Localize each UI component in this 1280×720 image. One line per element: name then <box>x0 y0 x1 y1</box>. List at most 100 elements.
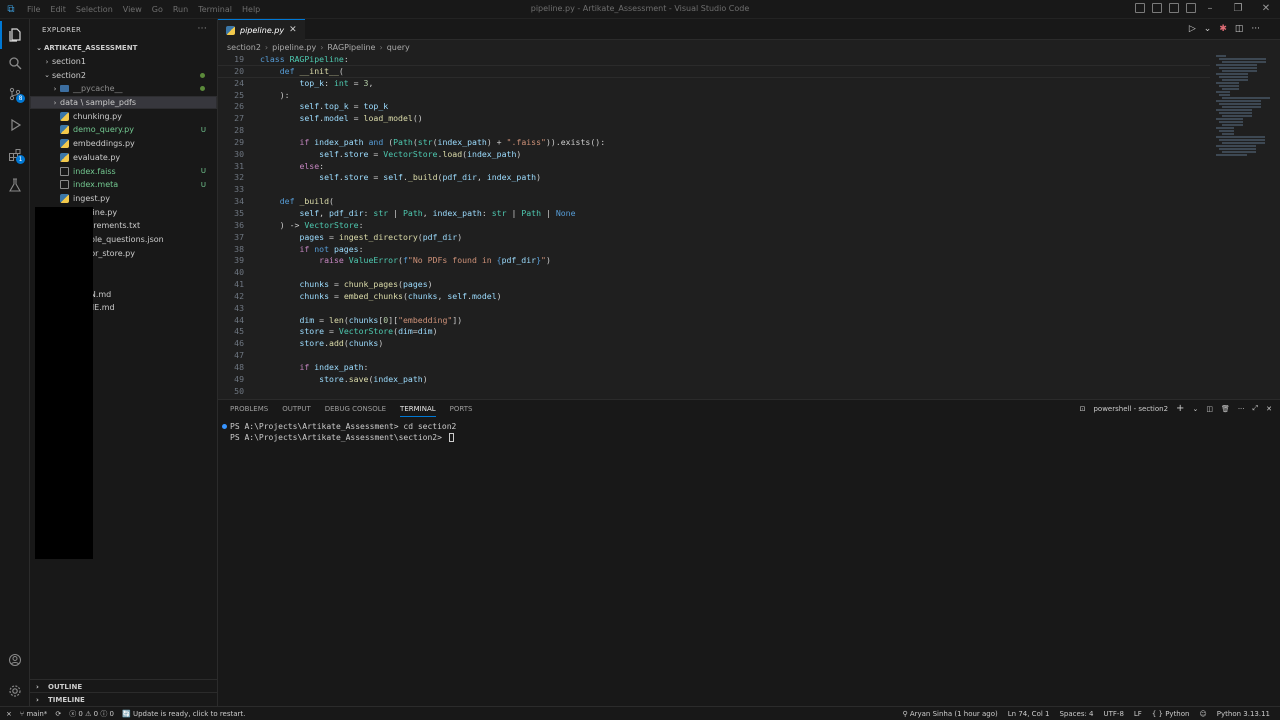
breadcrumb-item[interactable]: pipeline.py <box>272 43 316 52</box>
code-text: chunks = embed_chunks(chunks, self.model… <box>299 290 502 301</box>
sync-icon[interactable]: ⟳ <box>55 710 61 718</box>
language-mode[interactable]: { } Python <box>1152 710 1190 718</box>
tab-ports[interactable]: PORTS <box>450 405 473 413</box>
code-line: 46 store.add(chunks) <box>218 338 1210 350</box>
testing-icon[interactable] <box>0 171 30 199</box>
cursor-position[interactable]: Ln 74, Col 1 <box>1008 710 1050 718</box>
update-notification[interactable]: 🔄 Update is ready, click to restart. <box>122 710 245 718</box>
terminal-line: PS A:\Projects\Artikate_Assessment> cd s… <box>222 421 456 432</box>
split-editor-icon[interactable]: ◫ <box>1235 24 1244 34</box>
run-debug-icon[interactable] <box>0 111 30 139</box>
maximize-icon[interactable]: ❐ <box>1224 0 1252 19</box>
menu-item-view[interactable]: View <box>118 5 147 14</box>
terminal-output[interactable]: PS A:\Projects\Artikate_Assessment> cd s… <box>222 421 456 443</box>
menu-item-help[interactable]: Help <box>237 5 265 14</box>
copilot-status-icon[interactable]: ☺ <box>1199 710 1206 718</box>
maximize-panel-icon[interactable]: ⤢ <box>1253 404 1259 413</box>
menu-item-file[interactable]: File <box>22 5 45 14</box>
line-number: 44 <box>234 314 244 325</box>
close-tab-icon[interactable]: ✕ <box>289 25 297 35</box>
tree-item[interactable]: embeddings.py <box>30 137 217 151</box>
tree-item[interactable]: ⌄ section2 <box>30 68 217 82</box>
code-view[interactable]: 19 class RAGPipeline: 20 def __init__(24 t… <box>218 54 1210 399</box>
python-file-icon <box>226 25 235 35</box>
menu-item-selection[interactable]: Selection <box>71 5 118 14</box>
chevron-down-icon[interactable]: ⌄ <box>1192 405 1198 413</box>
chevron-right-icon: › <box>264 42 269 52</box>
workspace-root[interactable]: ⌄ ARTIKATE_ASSESSMENT <box>30 41 217 55</box>
command-decoration-icon[interactable] <box>222 424 227 429</box>
timeline-section[interactable]: › TIMELINE <box>30 692 217 706</box>
tree-item-label: chunking.py <box>73 111 122 121</box>
explorer-icon[interactable] <box>0 21 30 49</box>
customize-layout-icon[interactable] <box>1135 3 1145 13</box>
code-line: 39 raise ValueError(f"No PDFs found in {… <box>218 255 1210 267</box>
breadcrumb-item[interactable]: section2 <box>227 43 261 52</box>
tab-pipeline-py[interactable]: pipeline.py ✕ <box>218 19 305 40</box>
tree-item[interactable]: › __pycache__ <box>30 82 217 96</box>
outline-section[interactable]: › OUTLINE <box>30 679 217 693</box>
code-line: 42 chunks = embed_chunks(chunks, self.mo… <box>218 291 1210 303</box>
tree-item[interactable]: index.meta U <box>30 178 217 192</box>
close-window-icon[interactable]: ✕ <box>1252 0 1280 19</box>
menu-item-terminal[interactable]: Terminal <box>193 5 237 14</box>
close-panel-icon[interactable]: ✕ <box>1266 405 1272 413</box>
tab-debug-console[interactable]: DEBUG CONSOLE <box>325 405 386 413</box>
run-python-icon[interactable]: ▷ <box>1189 24 1196 34</box>
copilot-icon[interactable]: ✱ <box>1219 24 1227 34</box>
tab-problems[interactable]: PROBLEMS <box>230 405 268 413</box>
tree-item[interactable]: › data \ sample_pdfs <box>30 95 217 110</box>
tree-item[interactable]: index.faiss U <box>30 164 217 178</box>
code-line: 25 ): <box>218 90 1210 102</box>
end-of-line[interactable]: LF <box>1134 710 1142 718</box>
python-interpreter[interactable]: Python 3.13.11 <box>1217 710 1270 718</box>
indentation[interactable]: Spaces: 4 <box>1059 710 1093 718</box>
breadcrumb-item[interactable]: RAGPipeline <box>327 43 375 52</box>
encoding[interactable]: UTF-8 <box>1104 710 1124 718</box>
problems-indicator[interactable]: ⓧ 0 ⚠ 0 ⓘ 0 <box>69 709 114 719</box>
chevron-down-icon[interactable]: ⌄ <box>1204 24 1212 34</box>
branch-indicator[interactable]: ⑂ main* <box>20 710 47 718</box>
tree-item-label: index.meta <box>73 180 119 190</box>
source-control-icon[interactable]: 8 <box>0 80 30 108</box>
tree-item[interactable]: › section1 <box>30 55 217 69</box>
split-terminal-icon[interactable]: ◫ <box>1206 405 1213 413</box>
accounts-icon[interactable] <box>0 646 30 674</box>
tab-output[interactable]: OUTPUT <box>282 405 311 413</box>
terminal-shell-name[interactable]: powershell - section2 <box>1093 405 1168 413</box>
toggle-sidebar-icon[interactable] <box>1152 3 1162 13</box>
breadcrumb-item[interactable]: query <box>387 43 410 52</box>
tree-item[interactable]: chunking.py <box>30 109 217 123</box>
minimap[interactable] <box>1216 54 1272 164</box>
tree-item[interactable]: evaluate.py <box>30 151 217 165</box>
more-actions-icon[interactable]: ··· <box>198 24 207 34</box>
chevron-right-icon: › <box>320 42 324 52</box>
menu-item-edit[interactable]: Edit <box>45 5 71 14</box>
more-actions-icon[interactable]: ··· <box>1238 405 1245 413</box>
tab-terminal[interactable]: TERMINAL <box>400 405 436 417</box>
untracked-badge: U <box>200 125 206 134</box>
toggle-secondary-sidebar-icon[interactable] <box>1186 3 1196 13</box>
toggle-panel-icon[interactable] <box>1169 3 1179 13</box>
chevron-right-icon: › <box>45 57 49 66</box>
line-number: 41 <box>234 279 244 290</box>
minimize-icon[interactable]: – <box>1196 0 1224 19</box>
tree-item[interactable]: demo_query.py U <box>30 123 217 137</box>
tree-item-label: demo_query.py <box>73 125 134 135</box>
kill-terminal-icon[interactable]: 🗑 <box>1221 405 1230 413</box>
tree-item[interactable]: ingest.py <box>30 192 217 206</box>
line-number: 39 <box>234 255 244 266</box>
minimap-line <box>1222 142 1265 144</box>
new-terminal-icon[interactable]: + <box>1176 403 1184 414</box>
manage-gear-icon[interactable] <box>0 677 30 705</box>
remote-icon[interactable]: ⨯ <box>6 710 12 718</box>
search-icon[interactable] <box>0 49 30 77</box>
menu-item-run[interactable]: Run <box>168 5 193 14</box>
minimap-line <box>1216 118 1243 120</box>
git-blame[interactable]: ⚲ Aryan Sinha (1 hour ago) <box>902 710 997 718</box>
extensions-icon[interactable]: 1 <box>0 141 30 169</box>
menu-item-go[interactable]: Go <box>147 5 168 14</box>
minimap-line <box>1219 148 1256 150</box>
more-actions-icon[interactable]: ··· <box>1251 24 1260 34</box>
